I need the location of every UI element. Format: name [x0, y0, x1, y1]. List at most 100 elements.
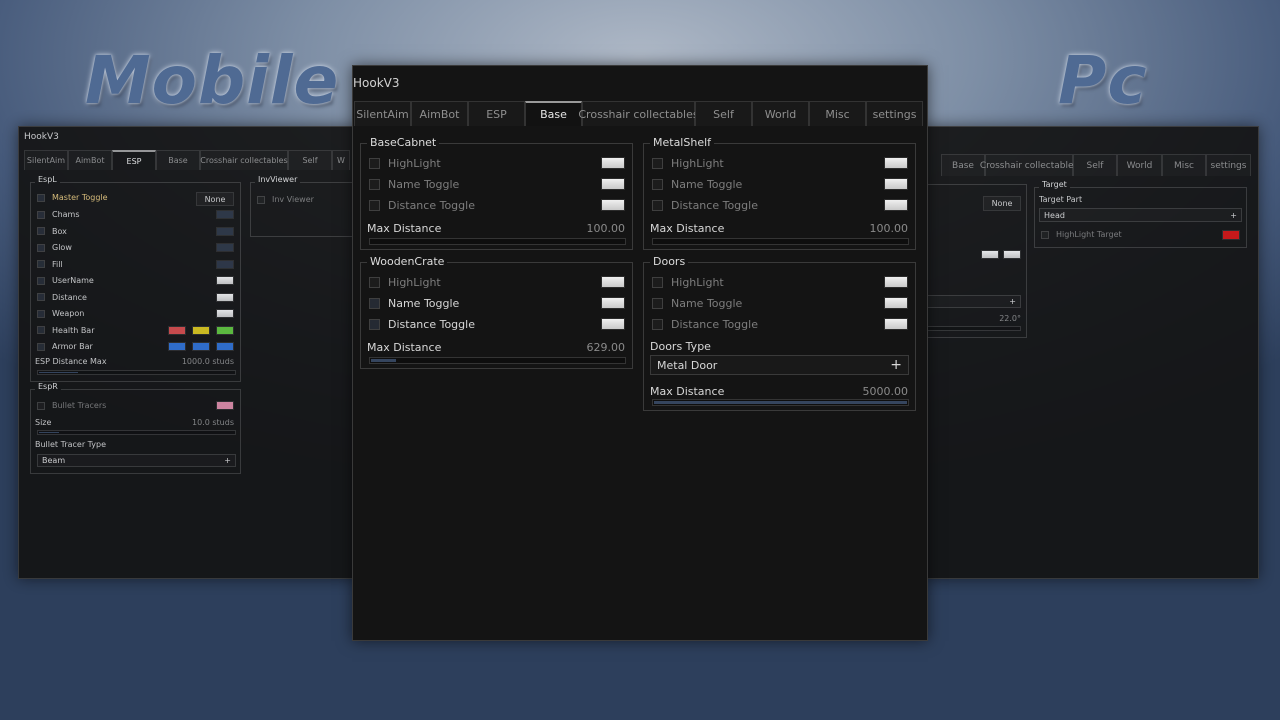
woodencrate-distance-toggle-checkbox[interactable]	[369, 319, 380, 330]
mobile-glow-row[interactable]: Glow	[37, 243, 72, 252]
pc-highlight-target-checkbox[interactable]	[1041, 230, 1049, 239]
tab-silentaim[interactable]: SilentAim	[354, 101, 411, 126]
tab-settings[interactable]: settings	[866, 101, 923, 126]
mobile-tab-aimbot[interactable]: AimBot	[68, 150, 112, 170]
mobile-armor-bar-color-1[interactable]	[168, 342, 186, 351]
basecabnet-distance-toggle-color[interactable]	[601, 199, 625, 211]
pc-tab-world[interactable]: World	[1117, 154, 1162, 176]
pc-tab-crosshair[interactable]: Crosshair collectables	[980, 154, 1078, 176]
pc-partial-dropdown[interactable]: +	[928, 295, 1021, 308]
mobile-armor-bar-row[interactable]: Armor Bar	[37, 342, 93, 351]
doors-distance-toggle-checkbox[interactable]	[652, 319, 663, 330]
pc-color-swatch-1[interactable]	[981, 250, 999, 259]
mobile-distance-color[interactable]	[216, 292, 234, 302]
basecabnet-distance-toggle-row[interactable]: Distance Toggle	[369, 199, 475, 212]
mobile-weapon-checkbox[interactable]	[37, 309, 45, 318]
doors-distance-toggle-row[interactable]: Distance Toggle	[652, 318, 758, 331]
basecabnet-highlight-color[interactable]	[601, 157, 625, 169]
woodencrate-name-toggle-row[interactable]: Name Toggle	[369, 297, 459, 310]
pc-tab-settings[interactable]: settings	[1206, 154, 1251, 176]
pc-color-swatch-2[interactable]	[1003, 250, 1021, 259]
mobile-size-slider[interactable]	[37, 430, 236, 435]
mobile-box-color[interactable]	[216, 226, 234, 236]
woodencrate-name-toggle-color[interactable]	[601, 297, 625, 309]
mobile-health-bar-checkbox[interactable]	[37, 326, 45, 334]
basecabnet-name-toggle-row[interactable]: Name Toggle	[369, 178, 459, 191]
mobile-master-keybind[interactable]: None	[196, 192, 234, 206]
metalshelf-distance-toggle-color[interactable]	[884, 199, 908, 211]
mobile-invviewer-row[interactable]: Inv Viewer	[257, 195, 314, 204]
mobile-tab-self[interactable]: Self	[288, 150, 332, 170]
pc-tab-misc[interactable]: Misc	[1162, 154, 1206, 176]
woodencrate-highlight-checkbox[interactable]	[369, 277, 380, 288]
mobile-fill-color[interactable]	[216, 259, 234, 269]
pc-tab-self[interactable]: Self	[1073, 154, 1117, 176]
mobile-health-bar-color-1[interactable]	[168, 325, 186, 335]
mobile-tab-esp[interactable]: ESP	[112, 150, 156, 170]
mobile-bullet-tracers-color[interactable]	[216, 401, 234, 410]
mobile-master-toggle-checkbox[interactable]	[37, 193, 45, 202]
mobile-distance-row[interactable]: Distance	[37, 293, 87, 302]
mobile-box-checkbox[interactable]	[37, 227, 45, 235]
tab-base[interactable]: Base	[525, 101, 582, 126]
mobile-username-checkbox[interactable]	[37, 276, 45, 285]
basecabnet-highlight-row[interactable]: HighLight	[369, 157, 441, 170]
mobile-tracer-type-dropdown[interactable]: Beam +	[37, 454, 236, 467]
pc-target-part-dropdown[interactable]: Head +	[1039, 208, 1242, 222]
mobile-fill-checkbox[interactable]	[37, 260, 45, 268]
mobile-bullet-tracers-checkbox[interactable]	[37, 401, 45, 410]
metalshelf-highlight-row[interactable]: HighLight	[652, 157, 724, 170]
mobile-invviewer-checkbox[interactable]	[257, 195, 265, 204]
woodencrate-distance-toggle-row[interactable]: Distance Toggle	[369, 318, 475, 331]
pc-highlight-target-color[interactable]	[1222, 230, 1240, 240]
mobile-chams-row[interactable]: Chams	[37, 210, 80, 219]
metalshelf-max-distance-slider[interactable]	[652, 238, 909, 245]
mobile-chams-checkbox[interactable]	[37, 210, 45, 219]
mobile-health-bar-row[interactable]: Health Bar	[37, 326, 95, 335]
pc-slider[interactable]	[928, 326, 1021, 331]
doors-max-distance-slider[interactable]	[652, 399, 909, 406]
doors-name-toggle-row[interactable]: Name Toggle	[652, 297, 742, 310]
doors-highlight-color[interactable]	[884, 276, 908, 288]
mobile-health-bar-color-3[interactable]	[216, 325, 234, 335]
mobile-armor-bar-color-3[interactable]	[216, 342, 234, 351]
woodencrate-distance-toggle-color[interactable]	[601, 318, 625, 330]
mobile-health-bar-color-2[interactable]	[192, 325, 210, 335]
tab-self[interactable]: Self	[695, 101, 752, 126]
mobile-armor-bar-color-2[interactable]	[192, 342, 210, 351]
mobile-tab-world[interactable]: W	[332, 150, 350, 170]
tab-crosshair-collectables[interactable]: Crosshair collectables	[578, 101, 699, 126]
mobile-master-toggle-row[interactable]: Master Toggle	[37, 193, 108, 202]
doors-type-dropdown[interactable]: Metal Door +	[650, 355, 909, 375]
basecabnet-max-distance-slider[interactable]	[369, 238, 626, 245]
mobile-fill-row[interactable]: Fill	[37, 260, 63, 269]
mobile-weapon-row[interactable]: Weapon	[37, 309, 84, 318]
mobile-bullet-tracers-row[interactable]: Bullet Tracers	[37, 401, 106, 410]
doors-name-toggle-color[interactable]	[884, 297, 908, 309]
doors-highlight-row[interactable]: HighLight	[652, 276, 724, 289]
mobile-username-row[interactable]: UserName	[37, 276, 94, 285]
metalshelf-distance-toggle-checkbox[interactable]	[652, 200, 663, 211]
mobile-weapon-color[interactable]	[216, 309, 234, 318]
mobile-esp-distance-slider[interactable]	[37, 370, 236, 375]
mobile-distance-checkbox[interactable]	[37, 293, 45, 301]
tab-aimbot[interactable]: AimBot	[411, 101, 468, 126]
mobile-username-color[interactable]	[216, 276, 234, 285]
woodencrate-name-toggle-checkbox[interactable]	[369, 298, 380, 309]
tab-esp[interactable]: ESP	[468, 101, 525, 126]
tab-misc[interactable]: Misc	[809, 101, 866, 126]
doors-highlight-checkbox[interactable]	[652, 277, 663, 288]
metalshelf-name-toggle-checkbox[interactable]	[652, 179, 663, 190]
mobile-tab-base[interactable]: Base	[156, 150, 200, 170]
woodencrate-highlight-row[interactable]: HighLight	[369, 276, 441, 289]
pc-keybind[interactable]: None	[983, 196, 1021, 211]
doors-distance-toggle-color[interactable]	[884, 318, 908, 330]
mobile-tab-silentaim[interactable]: SilentAim	[24, 150, 68, 170]
basecabnet-name-toggle-color[interactable]	[601, 178, 625, 190]
metalshelf-highlight-color[interactable]	[884, 157, 908, 169]
woodencrate-max-distance-slider[interactable]	[369, 357, 626, 364]
mobile-tab-crosshair[interactable]: Crosshair collectables	[200, 150, 288, 170]
basecabnet-name-toggle-checkbox[interactable]	[369, 179, 380, 190]
tab-world[interactable]: World	[752, 101, 809, 126]
metalshelf-highlight-checkbox[interactable]	[652, 158, 663, 169]
